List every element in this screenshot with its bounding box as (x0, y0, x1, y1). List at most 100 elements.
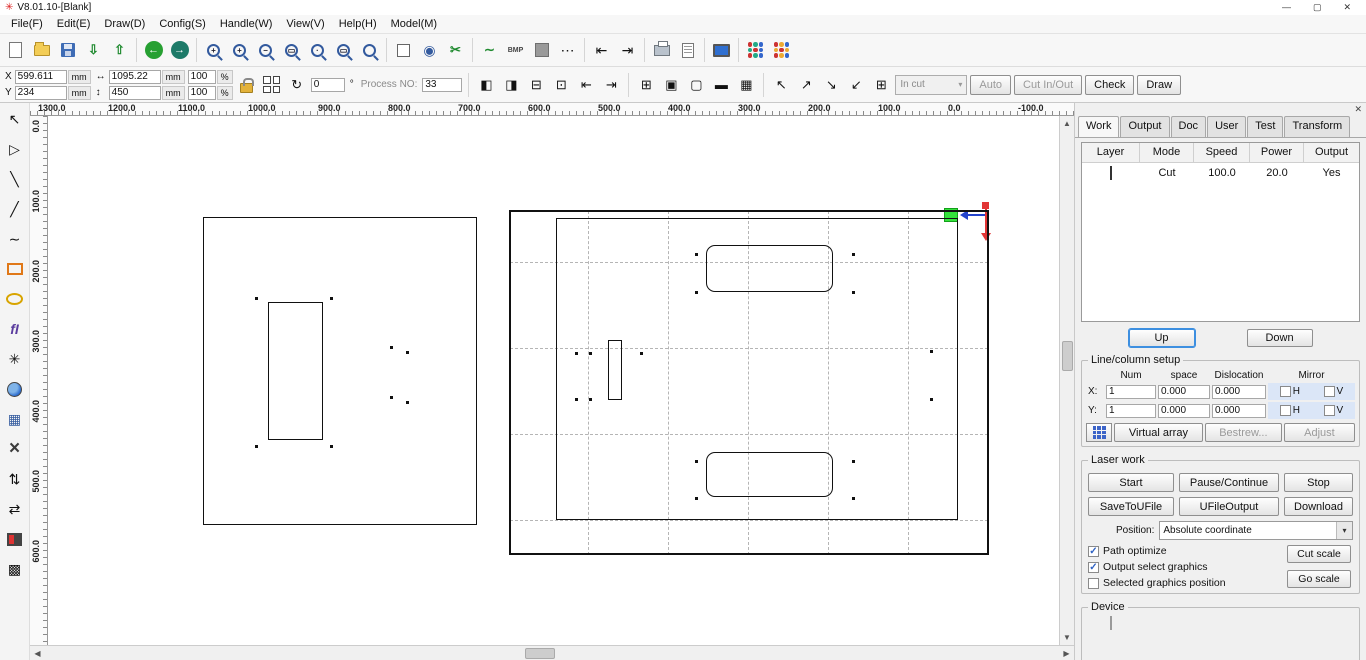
scroll-down-button[interactable]: ▼ (1060, 630, 1075, 645)
shape-dot[interactable] (390, 346, 393, 349)
part-b-cutout-bottom[interactable] (706, 452, 833, 497)
y-space-input[interactable]: 0.000 (1158, 403, 1210, 418)
zoom-in-icon[interactable]: + (227, 38, 252, 62)
shape-dot[interactable] (852, 497, 855, 500)
part-a-slot[interactable] (268, 302, 323, 440)
scale-x-input[interactable]: 100 (187, 69, 216, 84)
distribute-v-icon[interactable]: ⇥ (600, 74, 622, 96)
layer-row[interactable]: Cut 100.0 20.0 Yes (1082, 163, 1359, 183)
adjust-button[interactable]: Adjust (1283, 423, 1355, 442)
shape-dot[interactable] (589, 398, 592, 401)
anchor-top-right-icon[interactable]: ↗ (795, 74, 817, 96)
shape-dot[interactable] (695, 497, 698, 500)
cut-tool-icon[interactable]: ✂ (443, 38, 468, 62)
select-box-icon[interactable] (391, 38, 416, 62)
y-mirror-v-checkbox[interactable] (1323, 405, 1335, 416)
menu-edit[interactable]: Edit(E) (50, 16, 98, 32)
shape-dot[interactable] (695, 291, 698, 294)
x-mirror-h-checkbox[interactable] (1279, 386, 1291, 397)
x-mirror-v-checkbox[interactable] (1323, 386, 1335, 397)
curve-tool[interactable]: ∼ (2, 225, 28, 253)
distribute-h-icon[interactable]: ⇤ (575, 74, 597, 96)
new-icon[interactable] (3, 38, 28, 62)
zoom-page-icon[interactable]: ▭ (331, 38, 356, 62)
v-space-icon[interactable]: ⇥ (615, 38, 640, 62)
in-cut-select[interactable]: In cut ▾ (895, 74, 968, 95)
zoom-all-icon[interactable]: · (305, 38, 330, 62)
x-dislocation-input[interactable]: 0.000 (1212, 384, 1266, 399)
shape-dot[interactable] (930, 398, 933, 401)
panel-close-button[interactable]: ✕ (1354, 104, 1362, 115)
scroll-right-button[interactable]: ▶ (1059, 646, 1074, 660)
same-width-icon[interactable]: ⊟ (525, 74, 547, 96)
shape-dot[interactable] (406, 351, 409, 354)
device-select[interactable] (1110, 616, 1112, 630)
tab-doc[interactable]: Doc (1170, 116, 1207, 137)
import-icon[interactable]: ⇩ (81, 38, 106, 62)
h-scrollbar[interactable]: ◀ ▶ (30, 645, 1074, 660)
delete-tool[interactable]: × (2, 435, 28, 463)
layer-swatch[interactable] (1110, 166, 1112, 180)
simulate-output-icon[interactable] (769, 38, 794, 62)
menu-help[interactable]: Help(H) (332, 16, 384, 32)
shape-dot[interactable] (640, 352, 643, 355)
fill-icon[interactable]: ▬ (710, 74, 732, 96)
page-grid-icon[interactable] (261, 74, 283, 96)
minimize-button[interactable]: — (1282, 2, 1291, 13)
anchor-bottom-left-icon[interactable]: ↙ (845, 74, 867, 96)
menu-config[interactable]: Config(S) (152, 16, 212, 32)
rotate-icon[interactable]: ↻ (286, 74, 308, 96)
print-icon[interactable] (649, 38, 674, 62)
shape-dot[interactable] (852, 460, 855, 463)
tab-test[interactable]: Test (1247, 116, 1284, 137)
node-edit-tool[interactable]: ▷ (2, 135, 28, 163)
simulate-icon[interactable] (743, 38, 768, 62)
shape-dot[interactable] (575, 352, 578, 355)
export-icon[interactable]: ⇧ (107, 38, 132, 62)
menu-draw[interactable]: Draw(D) (97, 16, 152, 32)
shape-dot[interactable] (255, 445, 258, 448)
width-input[interactable]: 1095.22 (108, 69, 161, 84)
rectangle-tool[interactable] (2, 255, 28, 283)
check-button[interactable]: Check (1085, 74, 1135, 95)
anchor-center-icon[interactable]: ⊞ (870, 74, 892, 96)
tab-transform[interactable]: Transform (1284, 116, 1351, 137)
y-mirror-h-checkbox[interactable] (1279, 405, 1291, 416)
start-button[interactable]: Start (1088, 473, 1174, 492)
height-input[interactable]: 450 (108, 85, 161, 100)
tab-work[interactable]: Work (1078, 116, 1120, 137)
scroll-up-button[interactable]: ▲ (1060, 116, 1075, 131)
flip-horizontal-icon[interactable]: ◧ (475, 74, 497, 96)
shape-dot[interactable] (255, 297, 258, 300)
x-num-input[interactable]: 1 (1106, 384, 1156, 399)
ufile-output-button[interactable]: UFileOutput (1179, 497, 1279, 516)
v-scrollbar[interactable]: ▲ ▼ (1059, 116, 1074, 645)
group-icon[interactable]: ▣ (660, 74, 682, 96)
array-tool[interactable]: ▦ (2, 405, 28, 433)
rotate-input[interactable]: 0 (310, 77, 345, 92)
text-tool[interactable]: fI (2, 315, 28, 343)
save-icon[interactable] (55, 38, 80, 62)
path-optimize-checkbox[interactable]: ✓ (1088, 545, 1099, 557)
part-b-slot[interactable] (608, 340, 622, 400)
draw-button[interactable]: Draw (1137, 74, 1182, 95)
array-preview-button[interactable] (1086, 423, 1112, 442)
zoom-window-icon[interactable]: + (201, 38, 226, 62)
h-scroll-thumb[interactable] (525, 647, 555, 659)
lock-ratio-icon[interactable] (236, 74, 258, 96)
virtual-array-button[interactable]: Virtual array (1114, 423, 1203, 442)
h-space-icon[interactable]: ⇤ (589, 38, 614, 62)
undo-icon[interactable]: ← (141, 38, 166, 62)
stop-button[interactable]: Stop (1284, 473, 1353, 492)
part-a-outline[interactable] (203, 217, 477, 525)
save-to-ufile-button[interactable]: SaveToUFile (1088, 497, 1174, 516)
download-button[interactable]: Download (1284, 497, 1353, 516)
bitmap-icon[interactable] (529, 38, 554, 62)
shape-dot[interactable] (589, 352, 592, 355)
menu-handle[interactable]: Handle(W) (213, 16, 280, 32)
auto-button[interactable]: Auto (970, 74, 1012, 95)
close-button[interactable]: ✕ (1343, 2, 1351, 13)
shape-dot[interactable] (390, 396, 393, 399)
scroll-left-button[interactable]: ◀ (30, 646, 45, 660)
pick-center-icon[interactable]: ◉ (417, 38, 442, 62)
